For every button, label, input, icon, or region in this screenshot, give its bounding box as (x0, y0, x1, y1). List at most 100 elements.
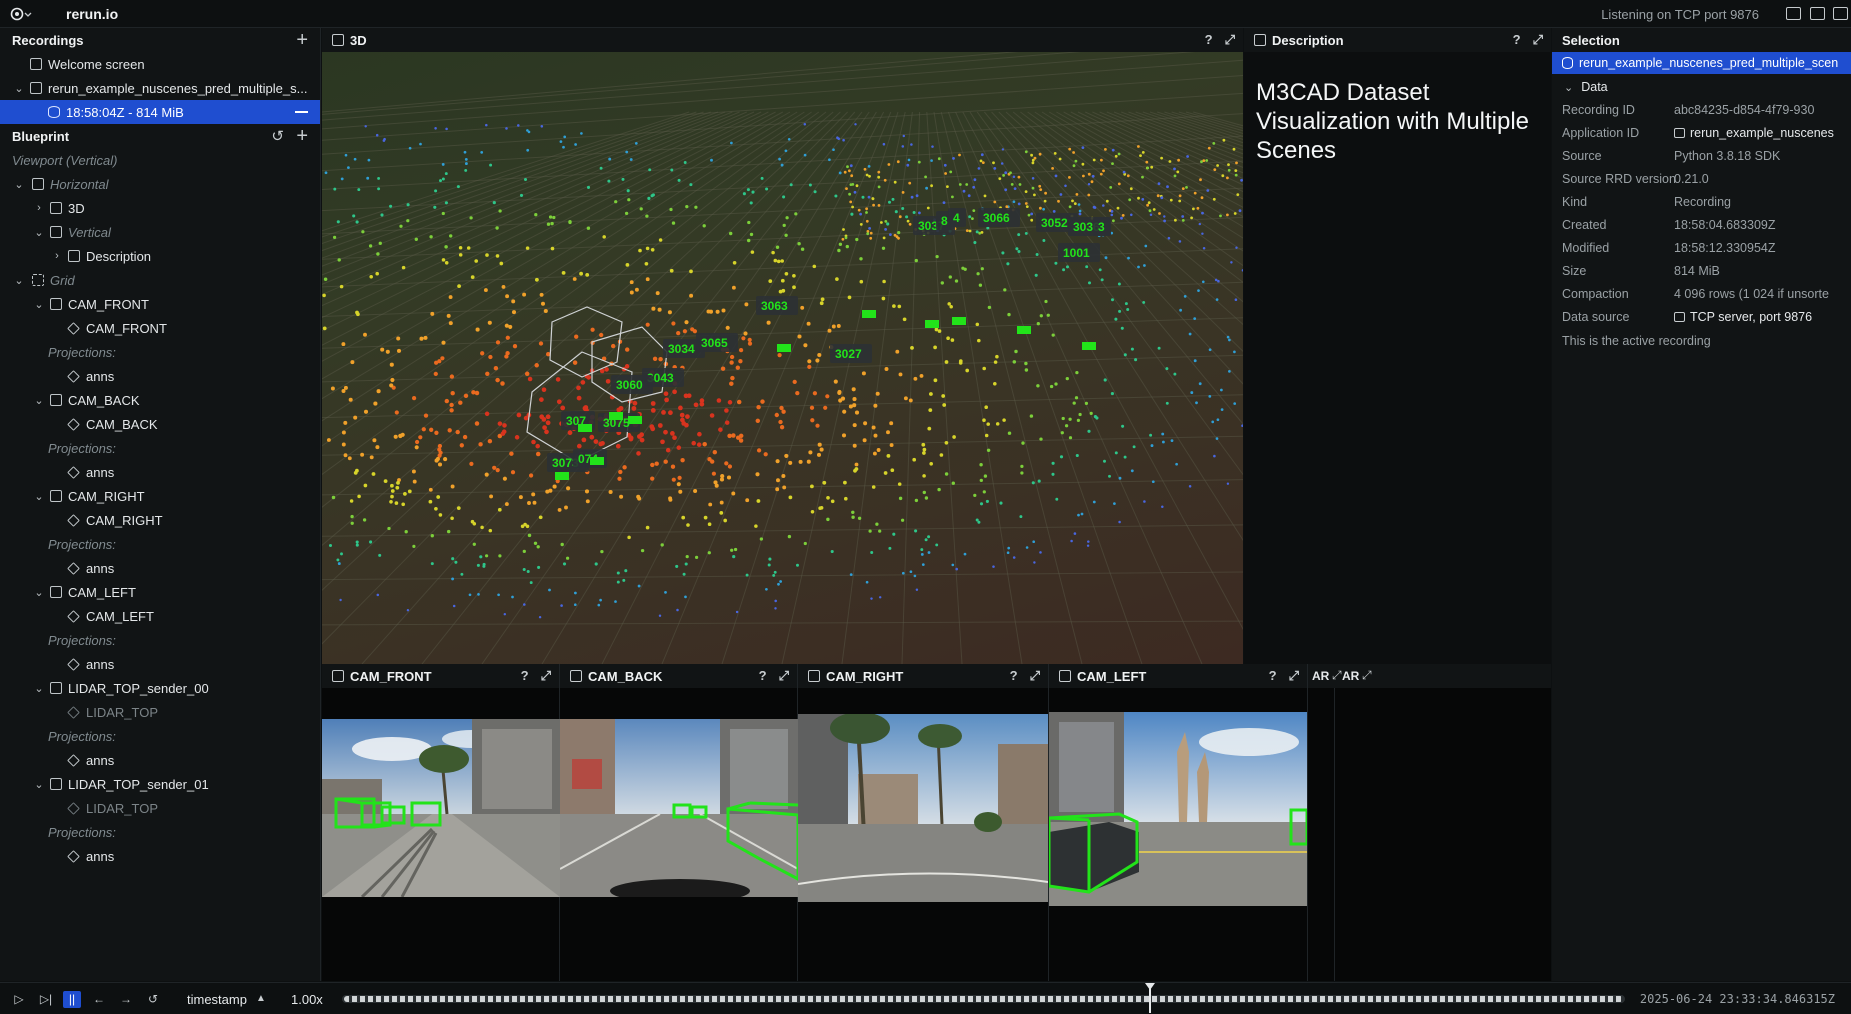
timeline-selector[interactable]: timestamp (187, 992, 247, 1007)
step-forward-arrow-icon[interactable]: → (117, 991, 135, 1008)
property-value-text[interactable]: rerun_example_nuscenes (1690, 126, 1834, 140)
time-scrubber[interactable] (342, 983, 1625, 1013)
entity-item[interactable]: CAM_BACK (0, 412, 320, 436)
entity-item[interactable]: anns (0, 844, 320, 868)
help-icon[interactable]: ? (1010, 668, 1018, 684)
pause-icon[interactable]: || (63, 991, 81, 1008)
toggle-bottom-panel-icon[interactable] (1810, 7, 1825, 20)
view-3d-item[interactable]: › 3D (0, 196, 320, 220)
entity-item[interactable]: CAM_RIGHT (0, 508, 320, 532)
container-vertical[interactable]: ⌄ Vertical (0, 220, 320, 244)
chevron-right-icon[interactable]: › (52, 250, 62, 262)
entity-item[interactable]: anns (0, 748, 320, 772)
rerun-logo-menu[interactable] (6, 0, 36, 28)
tree-label: CAM_FRONT (86, 320, 167, 336)
view-cam-right[interactable]: ⌄ CAM_RIGHT (0, 484, 320, 508)
chevron-down-icon[interactable]: ⌄ (1564, 81, 1573, 94)
data-section-header[interactable]: ⌄ Data (1552, 76, 1851, 98)
overflow-tab-1[interactable]: AR (1312, 669, 1329, 683)
cam-left-image[interactable] (1049, 712, 1307, 906)
help-icon[interactable]: ? (1513, 32, 1521, 48)
recording-item-active[interactable]: 18:58:04Z - 814 MiB (0, 100, 320, 124)
chevron-down-icon[interactable]: ⌄ (34, 394, 44, 407)
maximize-icon[interactable]: ⤢ (1362, 668, 1372, 683)
chevron-down-icon[interactable]: ⌄ (34, 490, 44, 503)
maximize-icon[interactable]: ⤢ (1533, 32, 1543, 48)
add-view-button[interactable]: + (296, 125, 308, 148)
toggle-left-panel-icon[interactable] (1786, 7, 1801, 20)
3d-view-header[interactable]: 3D ? ⤢ (322, 28, 1243, 52)
lidar-point (668, 410, 673, 416)
cam-back-header[interactable]: CAM_BACK ? ⤢ (560, 664, 797, 688)
lidar-point (322, 326, 327, 331)
lidar-point (922, 490, 927, 495)
entity-item[interactable]: anns (0, 460, 320, 484)
maximize-icon[interactable]: ⤢ (1225, 32, 1235, 48)
lidar-point (854, 123, 857, 126)
view-cam-front[interactable]: ⌄ CAM_FRONT (0, 292, 320, 316)
chevron-down-icon[interactable]: ⌄ (14, 274, 24, 287)
close-recording-icon[interactable] (295, 111, 308, 113)
step-forward-icon[interactable]: ▷| (37, 991, 55, 1008)
view-lidar-sender-00[interactable]: ⌄ LIDAR_TOP_sender_00 (0, 676, 320, 700)
property-value-text[interactable]: TCP server, port 9876 (1690, 310, 1812, 324)
help-icon[interactable]: ? (1269, 668, 1277, 684)
cam-front-header[interactable]: CAM_FRONT ? ⤢ (322, 664, 559, 688)
maximize-icon[interactable]: ⤢ (1332, 668, 1342, 683)
view-description-item[interactable]: › Description (0, 244, 320, 268)
maximize-icon[interactable]: ⤢ (1289, 668, 1299, 684)
step-back-arrow-icon[interactable]: ← (90, 991, 108, 1008)
entity-item[interactable]: anns (0, 556, 320, 580)
chevron-down-icon[interactable]: ⌄ (34, 298, 44, 311)
help-icon[interactable]: ? (1205, 32, 1213, 48)
recording-app-item[interactable]: ⌄ rerun_example_nuscenes_pred_multiple_s… (0, 76, 320, 100)
toggle-right-panel-icon[interactable] (1833, 7, 1848, 20)
chevron-down-icon[interactable]: ⌄ (14, 82, 24, 95)
lidar-point (682, 572, 686, 576)
help-icon[interactable]: ? (759, 668, 767, 684)
chevron-down-icon[interactable]: ⌄ (34, 682, 44, 695)
cam-front-image[interactable] (322, 719, 560, 897)
cam-right-header[interactable]: CAM_RIGHT ? ⤢ (798, 664, 1048, 688)
time-cursor-handle[interactable] (1145, 983, 1155, 990)
container-horizontal[interactable]: ⌄ Horizontal (0, 172, 320, 196)
entity-item[interactable]: CAM_FRONT (0, 316, 320, 340)
reset-blueprint-icon[interactable]: ↺ (271, 127, 284, 145)
entity-item[interactable]: anns (0, 364, 320, 388)
cam-back-image[interactable] (560, 719, 798, 897)
playback-speed[interactable]: 1.00x (291, 992, 323, 1007)
container-grid[interactable]: ⌄ Grid (0, 268, 320, 292)
add-recording-button[interactable]: + (296, 29, 308, 52)
maximize-icon[interactable]: ⤢ (541, 668, 551, 684)
entity-item[interactable]: LIDAR_TOP (0, 796, 320, 820)
description-header[interactable]: Description ? ⤢ (1244, 28, 1551, 52)
chevron-down-icon[interactable]: ⌄ (14, 178, 24, 191)
entity-item[interactable]: CAM_LEFT (0, 604, 320, 628)
caret-up-icon[interactable]: ▲ (256, 993, 266, 1004)
view-cam-back[interactable]: ⌄ CAM_BACK (0, 388, 320, 412)
lidar-point (1192, 207, 1195, 211)
maximize-icon[interactable]: ⤢ (779, 668, 789, 684)
chevron-right-icon[interactable]: › (34, 202, 44, 214)
entity-item[interactable]: anns (0, 652, 320, 676)
viewport-item[interactable]: Viewport (Vertical) (0, 148, 320, 172)
recording-item-welcome[interactable]: Welcome screen (0, 52, 320, 76)
3d-viewport[interactable]: 3037 8 4 3066 3052 3036 3 1001 3063 3034 3065 3027 3… (322, 52, 1243, 664)
maximize-icon[interactable]: ⤢ (1030, 668, 1040, 684)
play-icon[interactable]: ▷ (10, 991, 28, 1008)
chevron-down-icon[interactable]: ⌄ (34, 778, 44, 791)
chevron-down-icon[interactable]: ⌄ (34, 586, 44, 599)
cam-left-header[interactable]: CAM_LEFT ? ⤢ (1049, 664, 1307, 688)
chevron-down-icon[interactable]: ⌄ (34, 226, 44, 239)
view-lidar-sender-01[interactable]: ⌄ LIDAR_TOP_sender_01 (0, 772, 320, 796)
cam-right-image[interactable] (798, 714, 1048, 902)
loop-icon[interactable]: ↺ (144, 991, 162, 1008)
overflow-tab-2[interactable]: AR (1342, 669, 1359, 683)
selected-item[interactable]: rerun_example_nuscenes_pred_multiple_sce… (1552, 52, 1851, 74)
help-icon[interactable]: ? (521, 668, 529, 684)
2d-view-icon (50, 778, 62, 790)
lidar-point (1195, 401, 1198, 405)
lidar-point (788, 460, 793, 465)
entity-item[interactable]: LIDAR_TOP (0, 700, 320, 724)
view-cam-left[interactable]: ⌄ CAM_LEFT (0, 580, 320, 604)
